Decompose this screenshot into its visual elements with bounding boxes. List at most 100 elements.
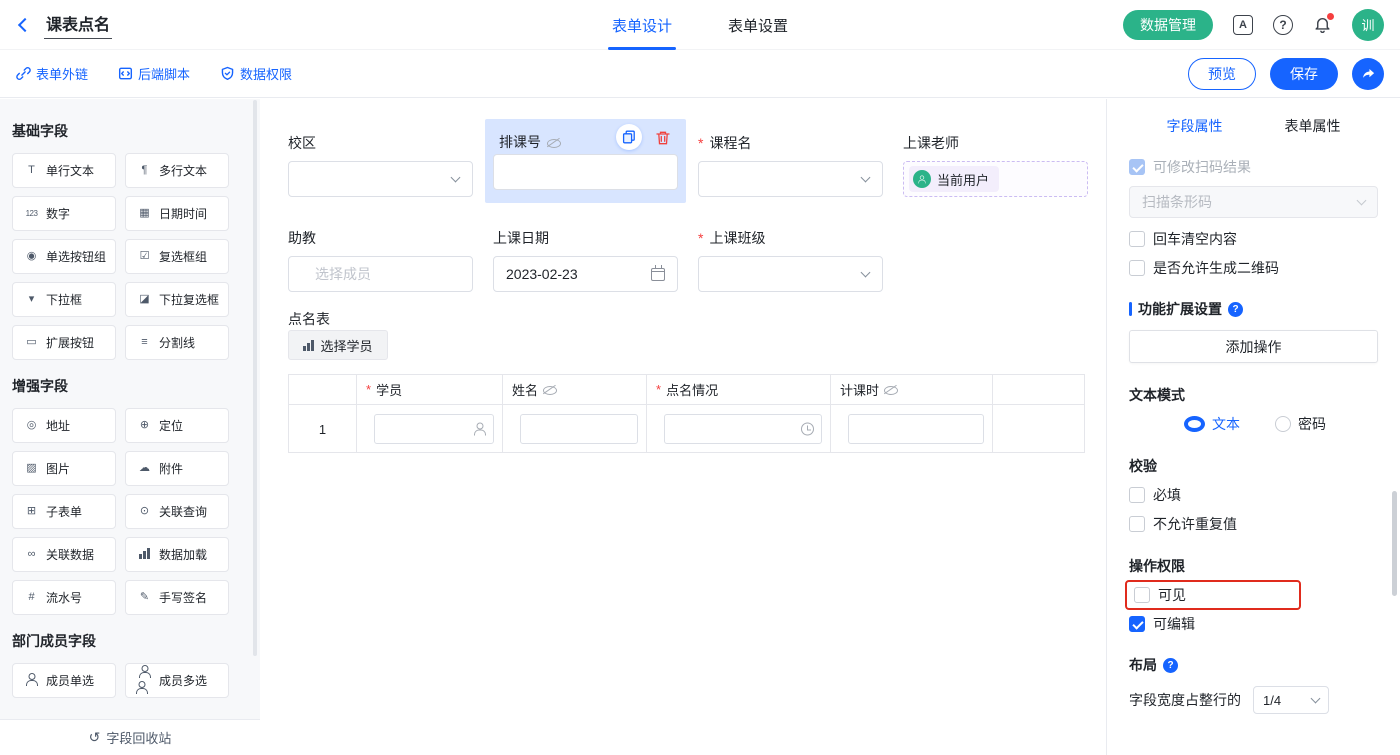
text-mode-options: 文本 密码 [1129,414,1378,434]
field-item-multi-line-text[interactable]: ¶多行文本 [125,153,229,188]
top-header: 课表点名 表单设计 表单设置 数据管理 训 [0,0,1400,50]
subform-label: 点名表 [288,309,330,329]
eye-off-icon [546,135,561,150]
field-paikehao-selected[interactable]: 排课号 [485,119,686,203]
validation-title: 校验 [1129,456,1378,476]
field-item-relation-query[interactable]: ⊙关联查询 [125,494,229,529]
field-item-number[interactable]: 123数字 [12,196,116,231]
member-avatar-icon [913,170,931,188]
field-item-checkbox-group[interactable]: ☑复选框组 [125,239,229,274]
people-icon [136,665,153,697]
field-item-dropdown[interactable]: ▾下拉框 [12,282,116,317]
code-icon [118,66,133,81]
calendar-icon: ▦ [136,208,153,219]
visible-checkbox[interactable] [1134,587,1150,603]
field-item-extend-button[interactable]: ▭扩展按钮 [12,325,116,360]
field-item-single-line-text[interactable]: T单行文本 [12,153,116,188]
field-item-member-multi[interactable]: 成员多选 [125,663,229,698]
field-item-datetime[interactable]: ▦ 日期时间 [125,196,229,231]
field-item-label: 日期时间 [159,205,207,222]
password-radio[interactable] [1275,416,1291,432]
form-external-link[interactable]: 表单外链 [16,64,88,83]
shangkebanji-select[interactable] [698,256,883,292]
zhujiao-member-input[interactable]: 选择成员 [288,256,473,292]
no-duplicate-checkbox[interactable] [1129,516,1145,532]
tab-form-properties[interactable]: 表单属性 [1285,116,1341,136]
option-label: 可编辑 [1153,614,1195,634]
field-item-subform[interactable]: ⊞子表单 [12,494,116,529]
field-shangkebanji: *上课班级 [698,228,883,292]
field-item-serial-number[interactable]: #流水号 [12,580,116,615]
teacher-member-picker[interactable]: 当前用户 [903,161,1088,197]
help-circle-icon[interactable] [1228,302,1243,317]
field-recycle-bin[interactable]: ↺ 字段回收站 [0,719,260,755]
add-action-button[interactable]: 添加操作 [1129,330,1378,363]
table-row: 1 [289,405,1084,453]
page-title[interactable]: 课表点名 [44,11,112,39]
help-icon[interactable] [1273,15,1293,35]
field-item-relation-data[interactable]: ∞关联数据 [12,537,116,572]
required-asterisk: * [698,230,703,246]
field-item-location[interactable]: ⊕定位 [125,408,229,443]
column-label: 计课时 [840,380,879,399]
extension-settings-title: 功能扩展设置 [1129,299,1378,319]
field-item-radio-group[interactable]: ◉单选按钮组 [12,239,116,274]
panel-scrollbar[interactable] [1392,491,1397,596]
field-item-signature[interactable]: ✎手写签名 [125,580,229,615]
clear-on-enter-checkbox[interactable] [1129,231,1145,247]
data-manage-button[interactable]: 数据管理 [1123,10,1213,40]
section-title: 功能扩展设置 [1138,299,1222,319]
field-item-divider[interactable]: ≡分割线 [125,325,229,360]
field-item-member-single[interactable]: 成员单选 [12,663,116,698]
field-item-data-load[interactable]: 数据加载 [125,537,229,572]
modify-scan-checkbox[interactable] [1129,159,1145,175]
barcode-select[interactable]: 扫描条形码 [1129,186,1378,218]
field-item-attachment[interactable]: ☁附件 [125,451,229,486]
field-width-select[interactable]: 1/4 [1253,686,1329,714]
field-item-image[interactable]: ▨图片 [12,451,116,486]
name-input[interactable] [520,414,638,444]
notification-bell[interactable] [1313,15,1332,35]
copy-field-button[interactable] [616,124,642,150]
field-item-address[interactable]: ◎地址 [12,408,116,443]
xiaoqu-select[interactable] [288,161,473,197]
dropdown-multi-icon: ◪ [136,294,153,305]
hours-input[interactable] [848,414,984,444]
text-radio[interactable] [1184,416,1205,432]
date-input[interactable]: 2023-02-23 [493,256,678,292]
language-icon[interactable] [1233,15,1253,35]
delete-field-button[interactable] [654,129,672,147]
required-checkbox[interactable] [1129,487,1145,503]
section-title: 文本模式 [1129,385,1185,405]
save-button[interactable]: 保存 [1270,58,1338,90]
user-avatar[interactable]: 训 [1352,9,1384,41]
data-permission-link[interactable]: 数据权限 [220,64,292,83]
sidebar-scrollbar[interactable] [253,100,257,656]
select-students-button[interactable]: 选择学员 [288,330,388,360]
column-label: 姓名 [512,380,538,399]
attendance-input[interactable] [664,414,822,444]
backend-script-link[interactable]: 后端脚本 [118,64,190,83]
table-header-row: *学员 姓名 *点名情况 计课时 [289,375,1084,405]
tab-form-settings[interactable]: 表单设置 [728,0,788,50]
editable-checkbox[interactable] [1129,616,1145,632]
bar-chart-icon [136,548,153,562]
share-button[interactable] [1352,58,1384,90]
kechengming-select[interactable] [698,161,883,197]
allow-qrcode-checkbox[interactable] [1129,260,1145,276]
column-label: 点名情况 [666,380,718,399]
back-icon[interactable] [18,17,32,31]
tab-field-properties[interactable]: 字段属性 [1167,116,1223,136]
section-title: 操作权限 [1129,556,1185,576]
form-design-canvas[interactable]: 排课号 校区 *课程名 上课老师 当前用户 助教 选择成员 上课日期 [260,99,1106,755]
help-circle-icon[interactable] [1163,658,1178,673]
student-input[interactable] [374,414,494,444]
preview-button[interactable]: 预览 [1188,58,1256,90]
tab-form-design[interactable]: 表单设计 [612,0,672,50]
checkbox-icon: ☑ [136,251,153,262]
field-item-label: 数字 [46,205,70,222]
paikehao-input[interactable] [493,154,678,190]
field-item-dropdown-multi[interactable]: ◪下拉复选框 [125,282,229,317]
current-user-tag[interactable]: 当前用户 [909,166,999,192]
field-item-label: 成员单选 [46,672,94,689]
